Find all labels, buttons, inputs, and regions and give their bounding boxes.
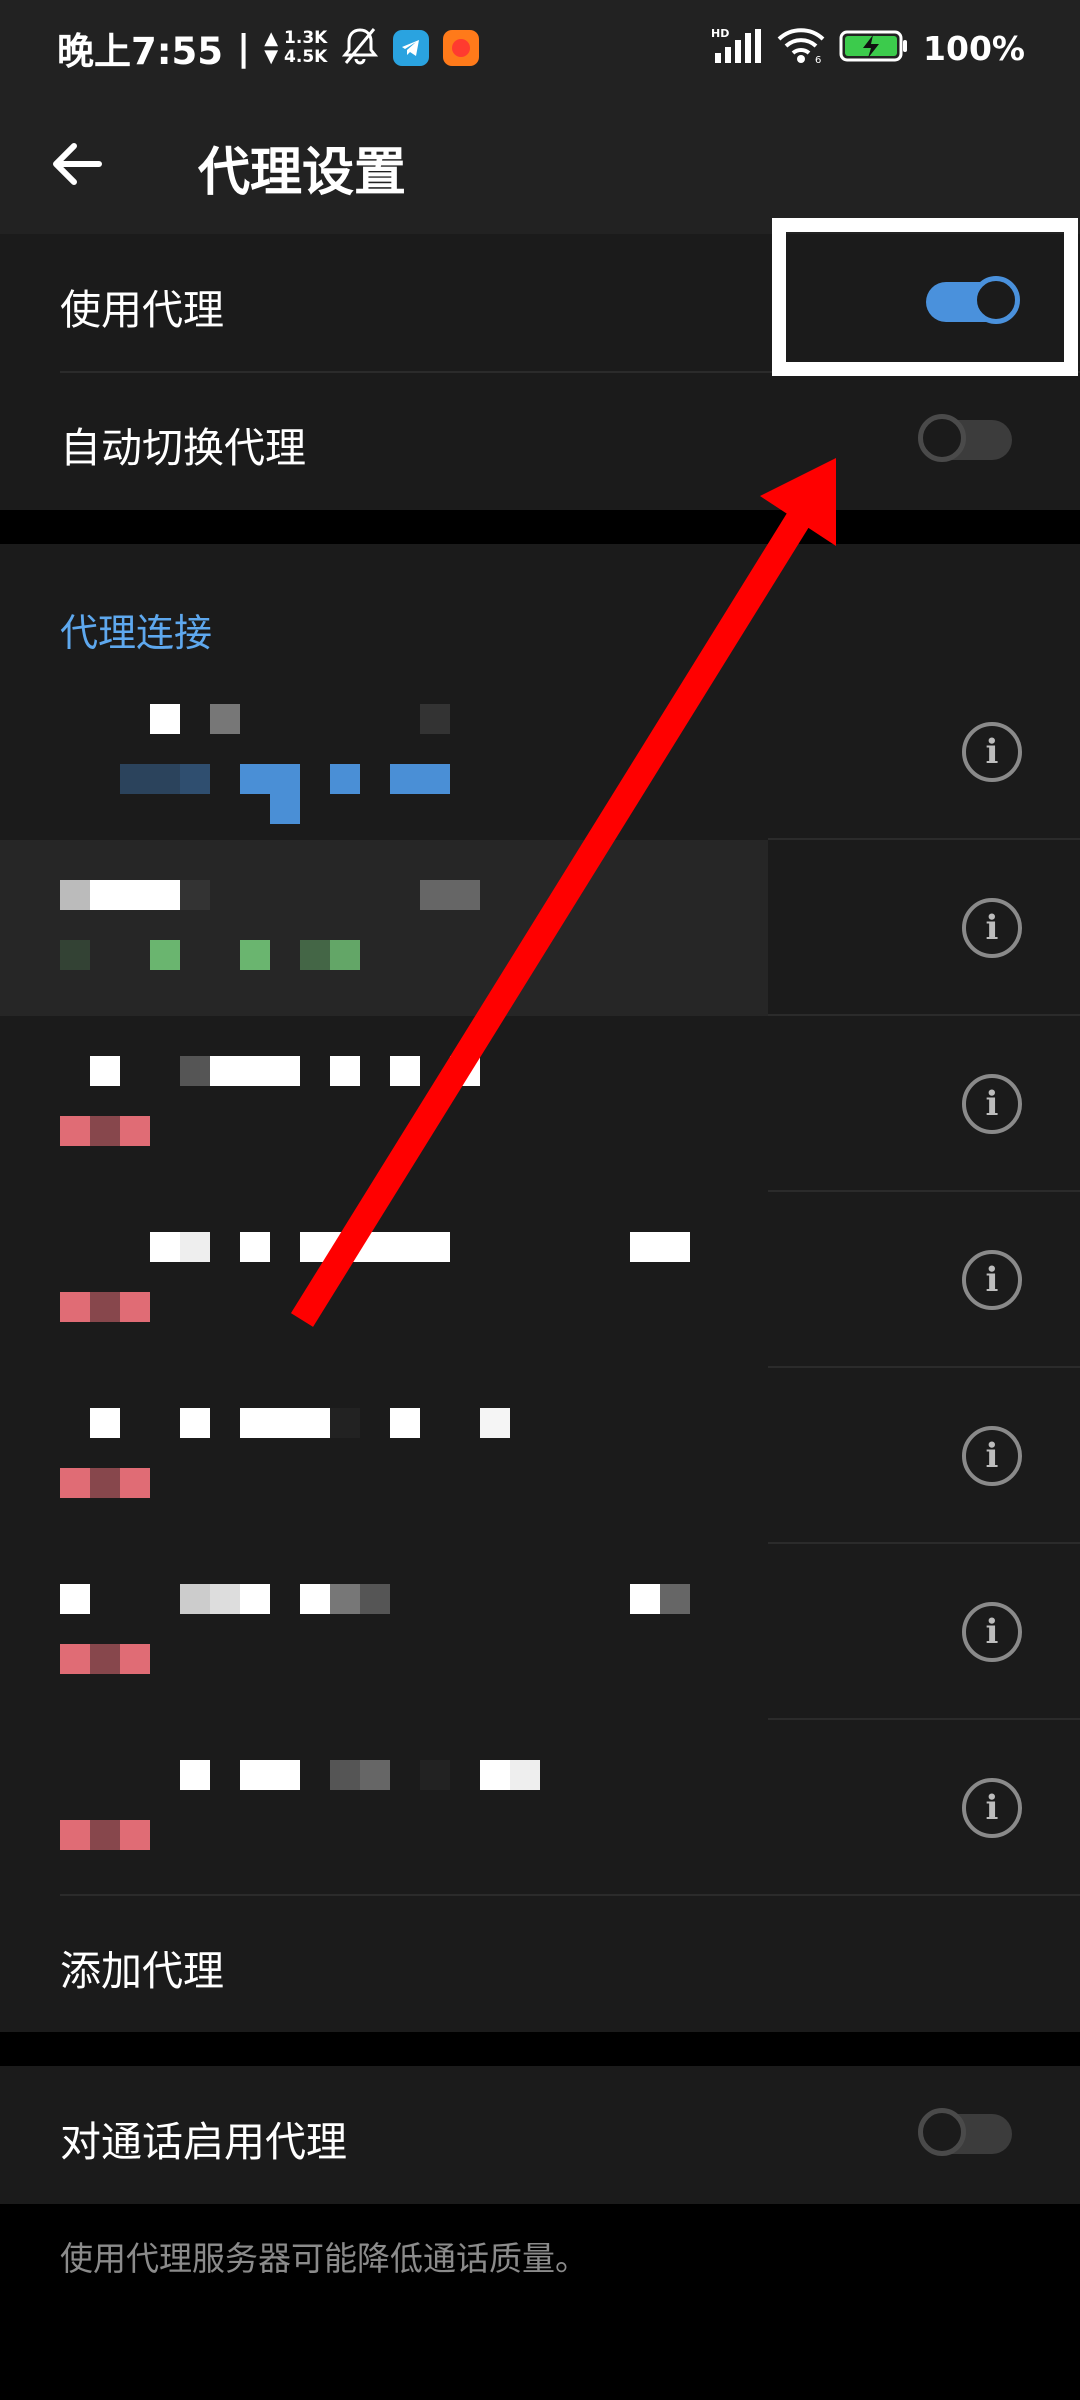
annotation-arrow [290, 458, 836, 1327]
